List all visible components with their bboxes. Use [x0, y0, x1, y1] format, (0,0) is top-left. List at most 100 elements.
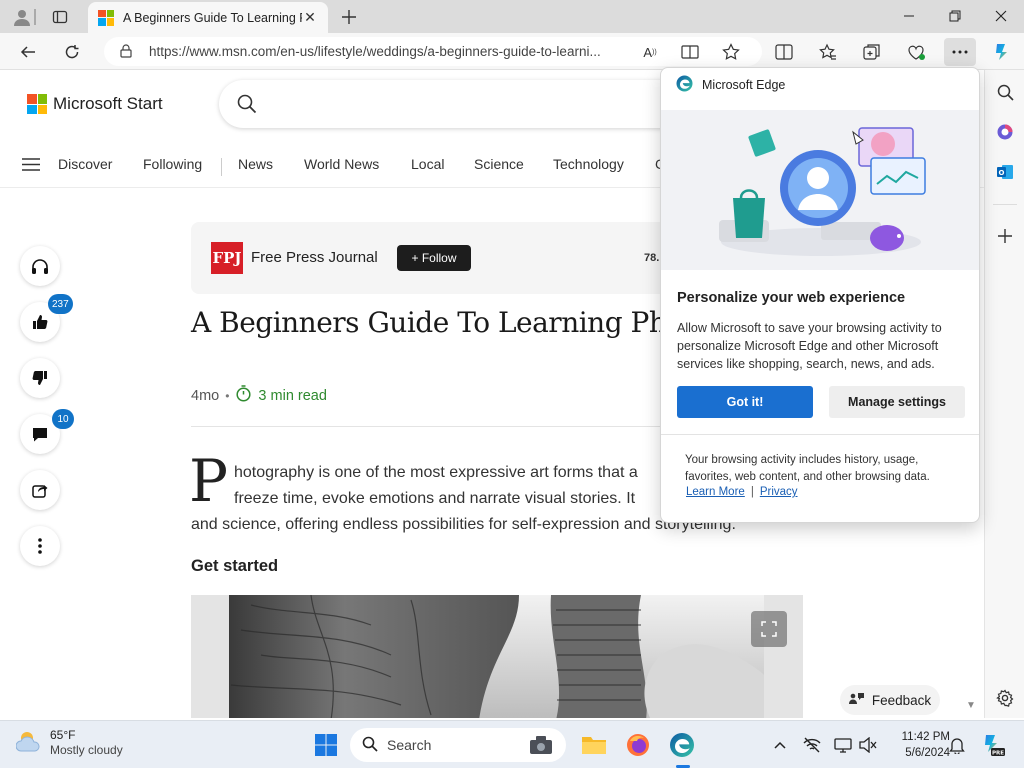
browser-essentials-icon[interactable]: [902, 38, 930, 66]
hamburger-menu-icon[interactable]: [22, 158, 40, 176]
nav-discover[interactable]: Discover: [58, 156, 112, 172]
section-heading: Get started: [191, 557, 279, 575]
display-icon[interactable]: [833, 735, 853, 755]
msn-search-box[interactable]: [219, 80, 689, 128]
close-tab-icon[interactable]: ✕: [302, 9, 318, 26]
stopwatch-icon: [235, 385, 252, 406]
taskbar-search-box[interactable]: Search: [350, 728, 566, 762]
learn-more-link[interactable]: Learn More: [686, 486, 745, 498]
popup-divider: [661, 434, 979, 435]
fullscreen-icon[interactable]: [751, 611, 787, 647]
popup-title: Microsoft Edge: [702, 78, 786, 92]
popup-footer-text: Your browsing activity includes history,…: [685, 454, 930, 483]
more-options-button[interactable]: [20, 526, 60, 566]
sidebar-outlook-icon[interactable]: O: [991, 158, 1019, 186]
tab-strip: A Beginners Guide To Learning P ✕: [0, 0, 1024, 33]
personalize-illustration: [661, 110, 979, 270]
refresh-icon[interactable]: [58, 38, 86, 66]
search-highlight-icon: [528, 734, 554, 759]
got-it-button[interactable]: Got it!: [677, 386, 813, 418]
immersive-reader-icon[interactable]: [676, 38, 704, 66]
thumbs-down-icon: [32, 371, 47, 385]
clock-time: 11:42 PM: [901, 731, 950, 743]
edge-sidebar: O: [984, 70, 1024, 718]
split-screen-icon[interactable]: [770, 38, 798, 66]
meta-dot: •: [225, 388, 230, 403]
sidebar-m365-icon[interactable]: [991, 118, 1019, 146]
feedback-button[interactable]: Feedback: [840, 685, 940, 715]
copilot-icon[interactable]: [988, 38, 1016, 66]
comment-icon: [33, 427, 47, 441]
popup-links: Learn More | Privacy: [686, 486, 798, 498]
nav-science[interactable]: Science: [474, 156, 524, 172]
svg-text:PRE: PRE: [992, 751, 1004, 757]
tab-active[interactable]: A Beginners Guide To Learning P ✕: [88, 2, 328, 33]
back-icon[interactable]: [14, 38, 42, 66]
network-disabled-icon[interactable]: [802, 735, 822, 755]
address-bar[interactable]: https://www.msn.com/en-us/lifestyle/wedd…: [104, 37, 762, 66]
privacy-link[interactable]: Privacy: [760, 486, 798, 498]
minimize-icon[interactable]: [886, 4, 932, 28]
volume-muted-icon[interactable]: [858, 735, 878, 755]
sidebar-add-icon[interactable]: [991, 222, 1019, 250]
article-age: 4mo: [191, 387, 220, 404]
link-separator: |: [750, 486, 754, 498]
listen-button[interactable]: [20, 246, 60, 286]
lock-icon[interactable]: [120, 44, 132, 61]
sidebar-divider: [993, 204, 1017, 205]
article-divider: [191, 426, 671, 427]
weather-widget[interactable]: 65°F Mostly cloudy: [15, 728, 123, 758]
share-icon: [32, 485, 48, 498]
copilot-preview-icon[interactable]: PRE: [978, 731, 1006, 759]
share-button[interactable]: [20, 470, 60, 510]
new-tab-icon[interactable]: [337, 5, 361, 29]
favorites-icon[interactable]: [814, 38, 842, 66]
cloudy-weather-icon: [15, 729, 42, 758]
sidebar-search-icon[interactable]: [991, 78, 1019, 106]
system-clock[interactable]: 11:42 PM 5/6/2024: [880, 729, 950, 761]
collections-icon[interactable]: [858, 38, 886, 66]
follow-button[interactable]: + Follow: [397, 245, 471, 271]
notification-bell-icon[interactable]: [947, 735, 967, 755]
thumbs-up-icon: [33, 315, 48, 329]
microsoft-start-logo[interactable]: Microsoft Start: [27, 94, 163, 114]
logo-text: Microsoft Start: [53, 94, 163, 113]
scroll-down-arrow-icon[interactable]: ▼: [966, 700, 976, 711]
close-window-icon[interactable]: [978, 4, 1024, 28]
msn-favicon-icon: [98, 9, 114, 26]
nav-technology[interactable]: Technology: [553, 156, 624, 172]
feedback-icon: [848, 692, 864, 709]
nav-following[interactable]: Following: [143, 156, 202, 172]
taskbar-search-icon: [362, 736, 378, 755]
headphones-icon: [32, 258, 48, 274]
manage-settings-button[interactable]: Manage settings: [829, 386, 965, 418]
nav-news[interactable]: News: [238, 156, 273, 172]
windows-taskbar: 65°F Mostly cloudy Search 11:42 PM 5/6/2…: [0, 720, 1024, 768]
profile-icon[interactable]: [10, 5, 34, 29]
read-aloud-glyph: A: [643, 44, 652, 60]
personalize-popup: Microsoft Edge Personalize your web expe…: [660, 67, 980, 523]
file-explorer-icon[interactable]: [578, 729, 610, 761]
dislike-button[interactable]: [20, 358, 60, 398]
settings-more-icon[interactable]: [944, 38, 976, 66]
restore-icon[interactable]: [932, 4, 978, 28]
edge-taskbar-icon[interactable]: [666, 729, 698, 761]
like-count-badge: 237: [48, 294, 73, 314]
nav-world-news[interactable]: World News: [304, 156, 379, 172]
firefox-icon[interactable]: [622, 729, 654, 761]
tab-actions-icon[interactable]: [48, 5, 72, 29]
taskbar-search-label: Search: [387, 737, 432, 753]
article-photo[interactable]: [191, 595, 803, 718]
popup-heading: Personalize your web experience: [677, 290, 906, 306]
nav-local[interactable]: Local: [411, 156, 444, 172]
fpj-logo[interactable]: FPJ: [211, 242, 243, 274]
windows-start-icon[interactable]: [310, 729, 342, 761]
read-time: 3 min read: [258, 387, 327, 404]
read-aloud-icon[interactable]: A)): [638, 38, 662, 66]
popup-header: Microsoft Edge: [676, 75, 785, 95]
article-headline: A Beginners Guide To Learning Photo: [191, 306, 710, 339]
favorite-star-icon[interactable]: [717, 38, 745, 66]
sidebar-settings-gear-icon[interactable]: [991, 684, 1019, 712]
publisher-name[interactable]: Free Press Journal: [251, 249, 378, 266]
show-hidden-icons-chevron-icon[interactable]: [770, 735, 790, 755]
